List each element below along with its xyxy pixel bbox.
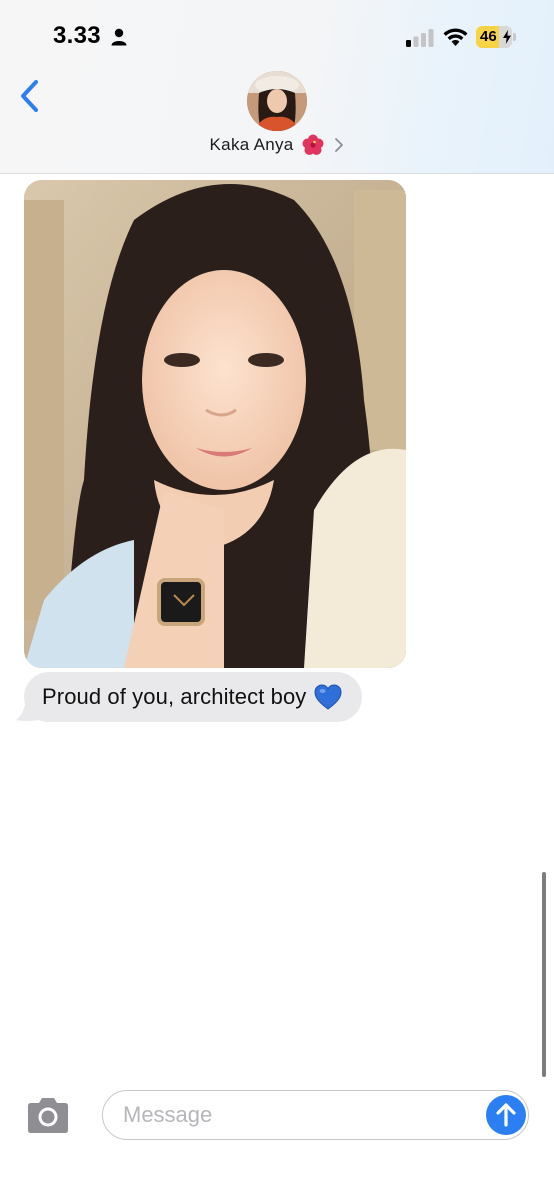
person-icon	[111, 28, 127, 46]
message-bubble-incoming[interactable]: Proud of you, architect boy	[24, 672, 363, 722]
photo-message[interactable]	[24, 180, 406, 668]
back-chevron-icon[interactable]	[14, 76, 46, 116]
contact-name: Kaka Anya	[209, 135, 294, 154]
charging-bolt-icon	[503, 30, 511, 44]
contact-name-row[interactable]: Kaka Anya	[0, 134, 554, 160]
status-time: 3.33	[53, 22, 101, 49]
blue-heart-icon	[314, 684, 342, 710]
chevron-right-icon	[335, 138, 344, 152]
battery-indicator: 46	[476, 26, 516, 48]
message-input-container[interactable]	[102, 1090, 529, 1140]
send-button[interactable]	[486, 1095, 526, 1135]
message-text: Proud of you, architect boy	[42, 684, 307, 709]
conversation-header: 3.33 46 Kaka Anya	[0, 0, 554, 174]
cellular-signal-icon	[406, 29, 434, 47]
message-input[interactable]	[123, 1091, 478, 1138]
battery-level: 46	[480, 28, 497, 45]
avatar-photo	[247, 71, 307, 131]
wifi-icon	[443, 28, 468, 46]
photo-attachment	[24, 180, 406, 668]
contact-avatar[interactable]	[247, 71, 307, 131]
messages-screen: 3.33 46 Kaka Anya Proud of you, architec…	[0, 0, 554, 1199]
hibiscus-icon	[302, 134, 324, 155]
camera-icon[interactable]	[24, 1096, 72, 1136]
status-bar: 3.33 46	[0, 0, 554, 70]
send-arrow-icon	[496, 1103, 516, 1127]
scrollbar[interactable]	[542, 872, 546, 1077]
battery-nub	[513, 33, 516, 41]
